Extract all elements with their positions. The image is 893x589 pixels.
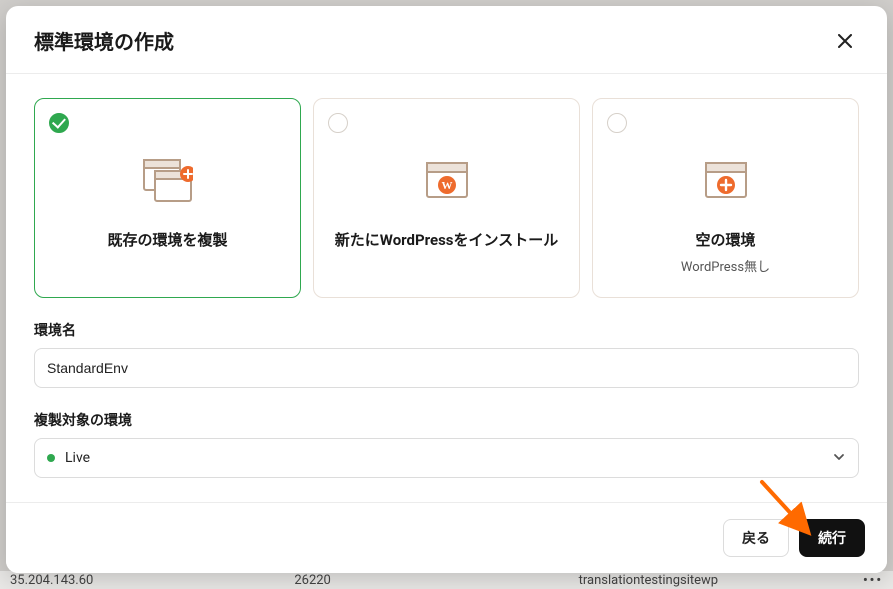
source-env-select[interactable]: Live <box>34 438 859 478</box>
wordpress-window-icon: W <box>425 157 469 205</box>
svg-text:W: W <box>441 180 452 192</box>
radio-selected-icon <box>49 113 69 133</box>
continue-button[interactable]: 続行 <box>799 519 865 557</box>
field-source-env: 複製対象の環境 Live <box>34 410 859 478</box>
modal-body: 既存の環境を複製 W 新たにWordPressをインストール <box>6 74 887 502</box>
status-dot-icon <box>47 454 55 462</box>
bg-ip: 35.204.143.60 <box>10 573 294 588</box>
background-table-row: 35.204.143.60 26220 translationtestingsi… <box>0 571 893 589</box>
option-install-title: 新たにWordPressをインストール <box>335 229 558 252</box>
modal-title: 標準環境の作成 <box>34 26 174 55</box>
option-empty-title: 空の環境 <box>695 229 755 252</box>
env-name-input[interactable] <box>34 348 859 388</box>
select-value-wrap: Live <box>47 450 90 466</box>
empty-window-icon <box>704 157 748 205</box>
kebab-icon[interactable]: ••• <box>863 573 883 588</box>
option-copy-existing[interactable]: 既存の環境を複製 <box>34 98 301 298</box>
create-env-modal: 標準環境の作成 既存の環境を複製 <box>6 6 887 573</box>
back-button[interactable]: 戻る <box>723 519 789 557</box>
modal-footer: 戻る 続行 <box>6 502 887 573</box>
field-env-name: 環境名 <box>34 320 859 388</box>
option-empty-sub: WordPress無し <box>681 256 770 275</box>
bg-port: 26220 <box>294 573 578 588</box>
radio-icon <box>328 113 348 133</box>
modal-header: 標準環境の作成 <box>6 6 887 73</box>
option-cards: 既存の環境を複製 W 新たにWordPressをインストール <box>34 98 859 298</box>
option-empty-env[interactable]: 空の環境 WordPress無し <box>592 98 859 298</box>
close-icon <box>838 34 852 48</box>
option-copy-title: 既存の環境を複製 <box>107 229 227 252</box>
source-env-label: 複製対象の環境 <box>34 410 859 430</box>
option-install-wordpress[interactable]: W 新たにWordPressをインストール <box>313 98 580 298</box>
env-name-label: 環境名 <box>34 320 859 340</box>
bg-site: translationtestingsitewp <box>579 573 863 588</box>
chevron-down-icon <box>832 449 846 468</box>
source-env-value: Live <box>65 450 90 466</box>
copy-windows-icon <box>143 157 193 205</box>
radio-icon <box>607 113 627 133</box>
close-button[interactable] <box>831 27 859 55</box>
